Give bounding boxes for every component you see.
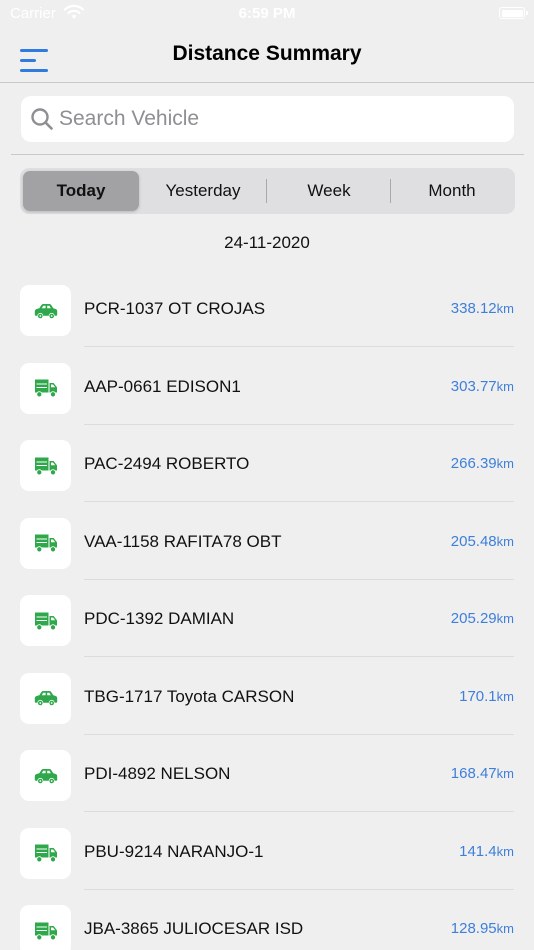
vehicle-icon-tile [20,595,71,646]
vehicle-row[interactable]: JBA-3865 JULIOCESAR ISD 128.95km [0,890,534,950]
vehicle-distance: 205.48km [451,533,514,550]
distance-unit: km [496,766,514,781]
distance-unit: km [496,921,514,936]
vehicle-icon-tile [20,517,71,569]
segment-today[interactable]: Today [23,171,139,211]
battery-icon [499,7,528,19]
distance-unit: km [496,611,514,626]
car-icon [33,765,59,787]
vehicle-row[interactable]: TBG-1717 Toyota CARSON 170.1km [0,658,534,735]
truck-icon [33,377,59,399]
segment-yesterday[interactable]: Yesterday [142,171,264,211]
distance-value: 141.4 [459,842,497,860]
vehicle-row[interactable]: PAC-2494 ROBERTO 266.39km [0,425,534,502]
vehicle-name: PDI-4892 NELSON [84,764,231,783]
vehicle-icon-tile [20,672,71,724]
distance-value: 170.1 [459,687,497,705]
search-input[interactable] [59,96,499,142]
vehicle-distance: 141.4km [459,843,514,860]
distance-value: 168.47 [450,765,497,782]
page-title: Distance Summary [172,42,362,65]
vehicle-name: PAC-2494 ROBERTO [84,454,250,473]
distance-unit: km [496,456,514,471]
distance-unit: km [496,301,514,316]
vehicle-row[interactable]: VAA-1158 RAFITA78 OBT 205.48km [0,503,534,580]
vehicle-name: VAA-1158 RAFITA78 OBT [84,531,282,551]
vehicle-row[interactable]: PCR-1037 OT CROJAS 338.12km [0,270,534,347]
vehicle-icon-tile [20,440,71,491]
divider [11,154,524,155]
truck-icon [33,610,59,632]
distance-value: 128.95 [450,920,497,937]
distance-unit: km [496,533,514,549]
status-time: 6:59 PM [238,5,296,22]
search-icon [31,108,53,130]
vehicle-row[interactable]: PDI-4892 NELSON 168.47km [0,735,534,812]
vehicle-icon-tile [20,285,71,336]
distance-value: 303.77 [450,377,497,395]
vehicle-name: PBU-9214 NARANJO-1 [84,841,264,861]
vehicle-row[interactable]: AAP-0661 EDISON1 303.77km [0,348,534,425]
vehicle-icon-tile [20,827,71,879]
vehicle-row[interactable]: PDC-1392 DAMIAN 205.29km [0,580,534,657]
car-icon [33,687,59,709]
vehicle-distance: 338.12km [451,300,514,317]
truck-icon [33,455,59,477]
vehicle-row[interactable]: PBU-9214 NARANJO-1 141.4km [0,813,534,890]
vehicle-icon-tile [20,362,71,414]
date-label: 24-11-2020 [224,233,310,252]
vehicle-icon-tile [20,750,71,801]
vehicle-distance: 303.77km [451,378,514,395]
truck-icon [33,920,59,942]
distance-unit: km [496,688,514,704]
vehicle-name: AAP-0661 EDISON1 [84,376,241,396]
distance-value: 338.12 [450,300,497,317]
distance-value: 205.29 [450,610,497,627]
period-segmented-control: Today Yesterday Week Month [20,168,515,214]
distance-value: 205.48 [450,532,497,550]
car-icon [33,300,59,322]
vehicle-distance: 266.39km [451,455,514,472]
segment-week[interactable]: Week [268,171,390,211]
vehicle-icon-tile [20,905,71,950]
distance-value: 266.39 [450,455,497,472]
segment-month[interactable]: Month [392,171,512,211]
vehicle-distance: 128.95km [451,920,514,937]
vehicle-distance: 168.47km [451,765,514,782]
navigation-bar: Distance Summary [0,28,534,83]
vehicle-name: PDC-1392 DAMIAN [84,609,235,628]
vehicle-name: TBG-1717 Toyota CARSON [84,686,295,706]
distance-unit: km [496,843,514,859]
vehicle-name: JBA-3865 JULIOCESAR ISD [84,919,304,938]
vehicle-distance: 205.29km [451,610,514,627]
search-bar[interactable] [21,96,514,142]
status-bar: Carrier 6:59 PM [0,0,534,28]
distance-unit: km [496,378,514,394]
truck-icon [33,842,59,864]
vehicle-distance: 170.1km [459,688,514,705]
truck-icon [33,532,59,554]
vehicle-name: PCR-1037 OT CROJAS [84,299,266,318]
